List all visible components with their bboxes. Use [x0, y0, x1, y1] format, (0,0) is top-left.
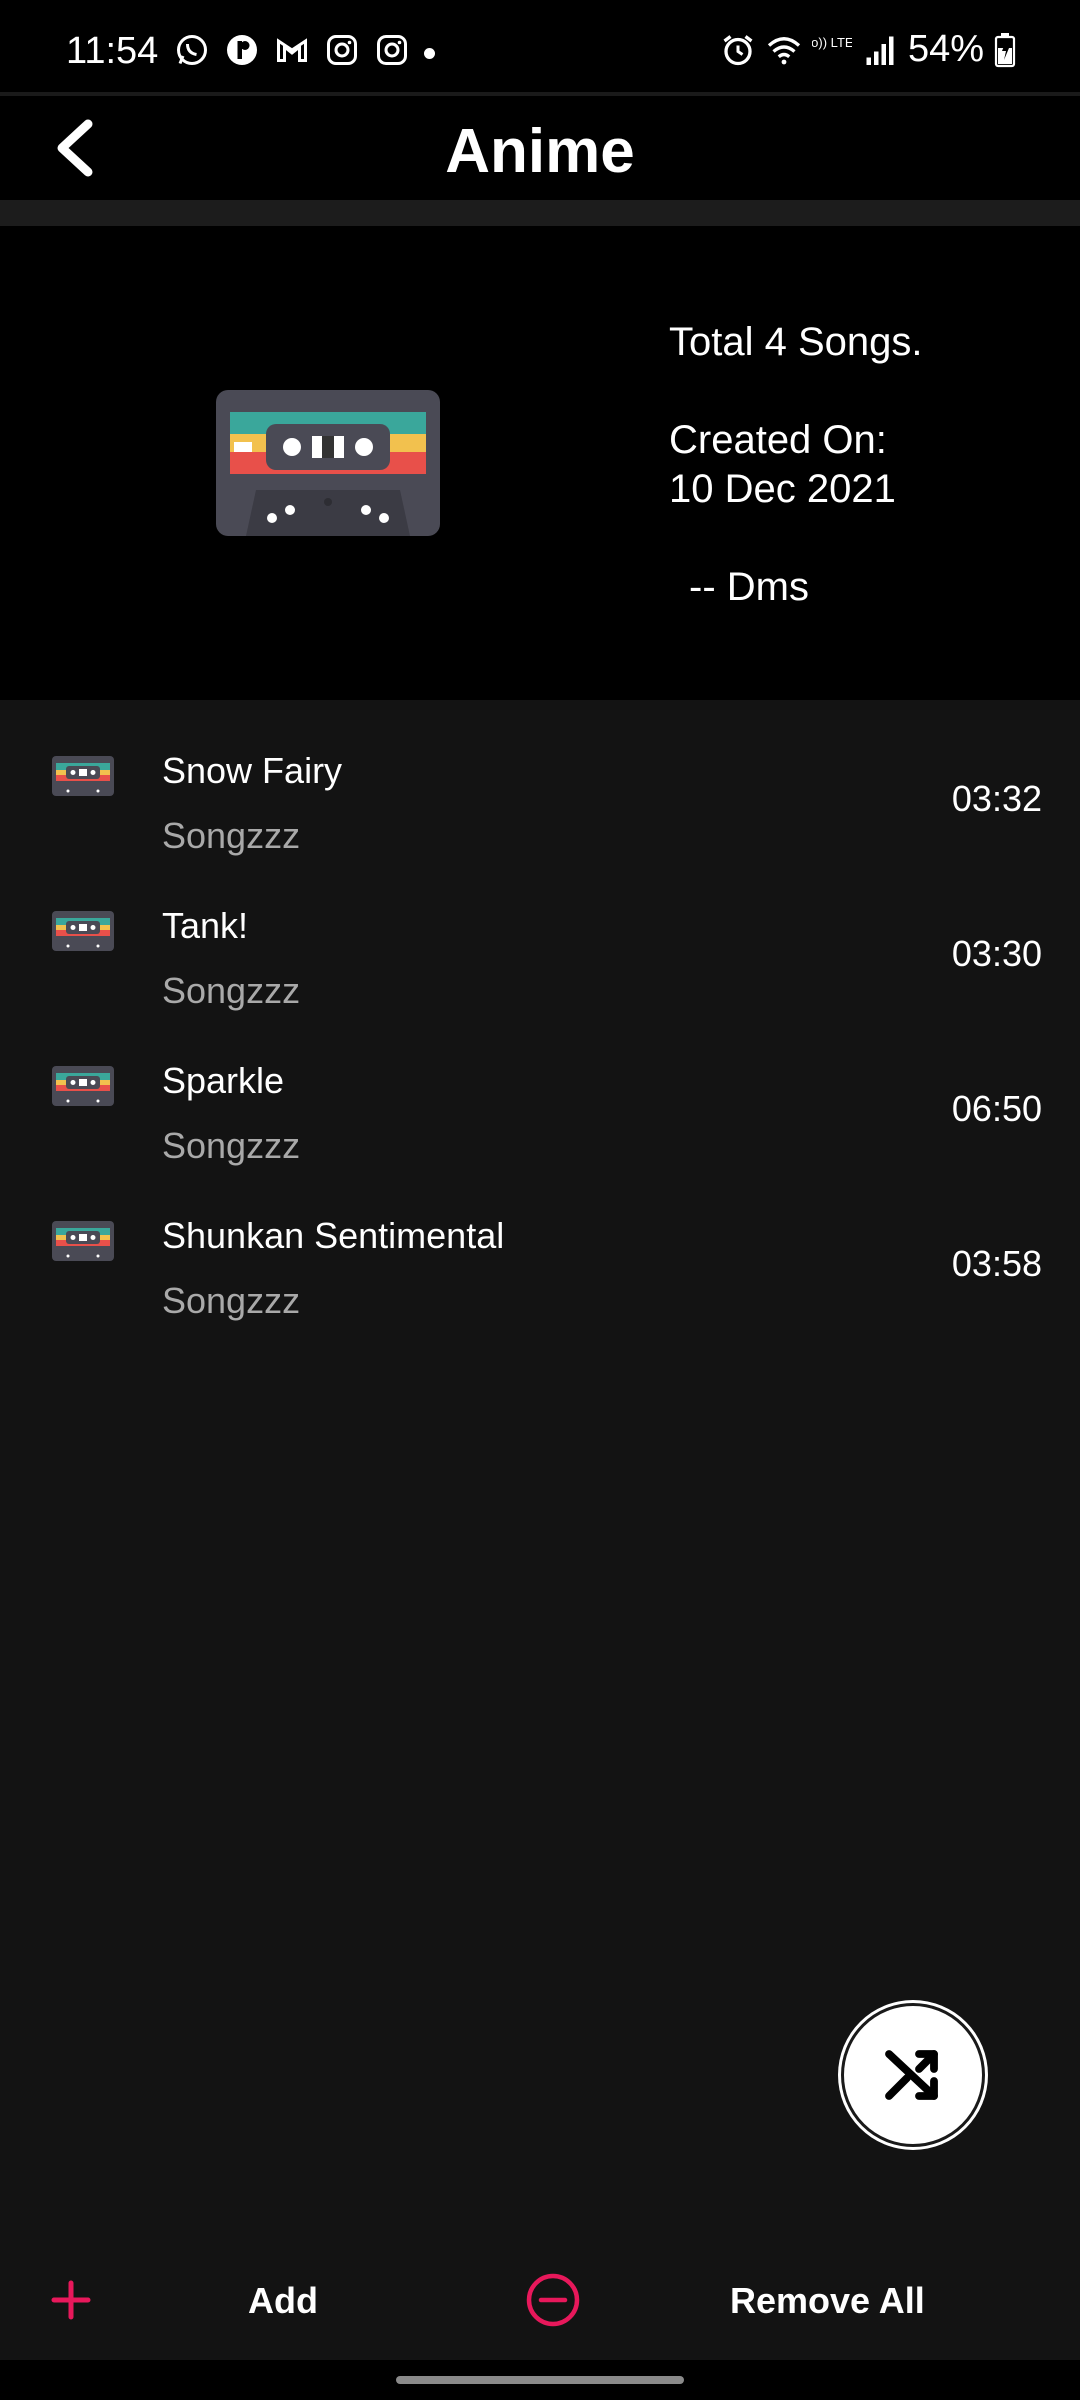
minus-circle-icon[interactable] [524, 2271, 582, 2329]
home-indicator[interactable] [396, 2376, 684, 2384]
cassette-icon [216, 390, 440, 536]
cassette-icon [52, 1221, 114, 1261]
song-artist: Songzzz [162, 970, 301, 1011]
plus-icon[interactable] [46, 2275, 96, 2325]
battery-percent: 54% [907, 28, 984, 70]
add-button[interactable]: Add [248, 2280, 318, 2322]
song-row[interactable]: Sparkle Songzzz 06:50 [0, 1010, 1080, 1166]
header-strip [0, 200, 1080, 226]
cassette-icon [52, 756, 114, 796]
cassette-icon [52, 911, 114, 951]
shuffle-icon [885, 2050, 938, 2100]
song-row[interactable]: Tank! Songzzz 03:30 [0, 855, 1080, 1011]
navigation-bar [0, 2360, 1080, 2400]
bottom-toolbar: Add Remove All [0, 2230, 1080, 2360]
song-duration: 06:50 [951, 1088, 1042, 1129]
created-date: 10 Dec 2021 [669, 467, 896, 511]
svg-text:Vo)) LTE1: Vo)) LTE1 [812, 35, 852, 50]
song-title: Snow Fairy [162, 750, 343, 791]
wifi-icon [767, 36, 801, 64]
instagram-icon [377, 35, 407, 65]
shuffle-button[interactable] [841, 2003, 985, 2147]
playlist-author: -- Dms [689, 565, 809, 609]
app-icon [227, 35, 257, 65]
song-duration: 03:58 [951, 1243, 1042, 1284]
notification-icons [174, 32, 410, 68]
app-header: Anime [0, 96, 1080, 200]
song-duration: 03:30 [951, 933, 1042, 974]
song-title: Sparkle [162, 1060, 285, 1101]
created-label: Created On: [669, 418, 887, 462]
total-songs: Total 4 Songs. [669, 320, 923, 364]
song-duration: 03:32 [951, 778, 1042, 819]
song-title: Shunkan Sentimental [162, 1215, 505, 1256]
signal-icon [866, 36, 894, 65]
battery-charging-icon [994, 32, 1016, 67]
volte-icon: Vo)) LTE1 [812, 35, 852, 50]
playlist-info-panel: Total 4 Songs. Created On: 10 Dec 2021 -… [0, 226, 1080, 700]
more-notifications-dot [424, 48, 435, 59]
alarm-icon [723, 34, 753, 65]
song-artist: Songzzz [162, 1280, 301, 1321]
instagram-icon [327, 35, 357, 65]
song-title: Tank! [162, 905, 249, 946]
cassette-icon [52, 1066, 114, 1106]
song-artist: Songzzz [162, 815, 301, 856]
gmail-icon [277, 38, 307, 62]
song-row[interactable]: Snow Fairy Songzzz 03:32 [0, 700, 1080, 856]
page-title: Anime [445, 117, 635, 186]
status-bar: 11:54 Vo)) LTE1 54% [0, 0, 1080, 92]
song-artist: Songzzz [162, 1125, 301, 1166]
song-row[interactable]: Shunkan Sentimental Songzzz 03:58 [0, 1165, 1080, 1321]
remove-all-button[interactable]: Remove All [730, 2280, 925, 2322]
playlist-details: Total 4 Songs. Created On: 10 Dec 2021 -… [669, 318, 923, 612]
system-icons: Vo)) LTE1 54% [720, 28, 1016, 71]
whatsapp-icon [177, 35, 207, 65]
status-time: 11:54 [66, 30, 159, 72]
